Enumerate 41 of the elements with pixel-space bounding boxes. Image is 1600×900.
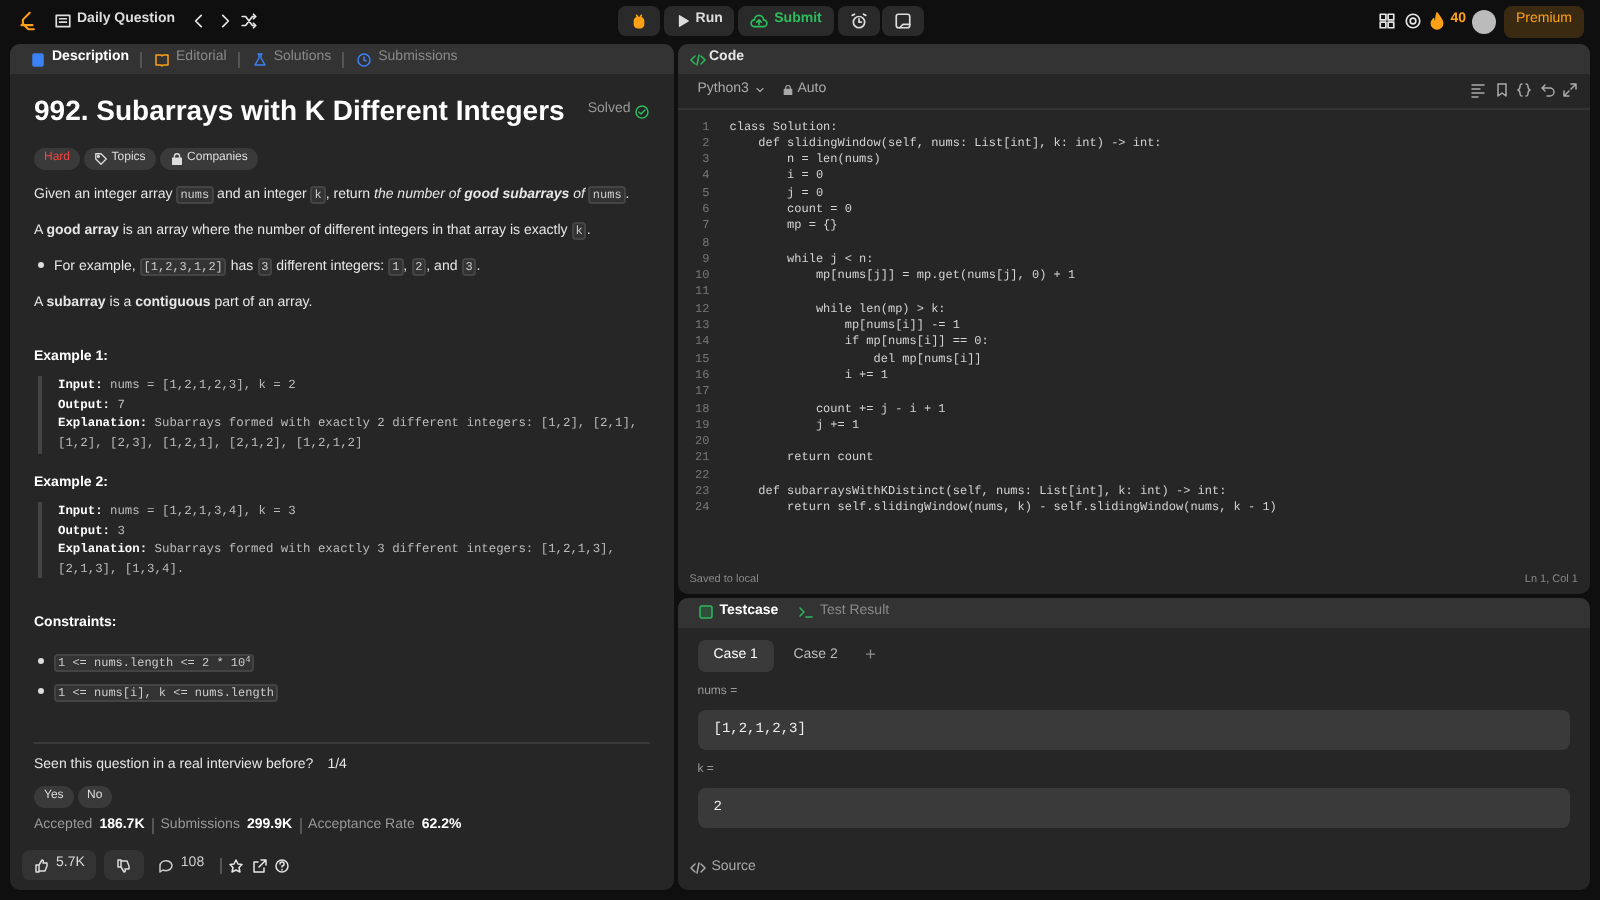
logo-icon[interactable] <box>16 10 38 32</box>
bug-icon <box>630 12 649 30</box>
flask-icon <box>251 51 268 67</box>
help-icon[interactable] <box>274 857 291 873</box>
undo-icon[interactable] <box>1539 82 1555 99</box>
upload-cloud-icon <box>750 12 769 30</box>
speech-bubble-icon <box>158 857 175 873</box>
debug-button[interactable] <box>618 6 661 36</box>
shuffle-icon[interactable] <box>240 12 259 30</box>
format-icon[interactable] <box>1470 82 1486 99</box>
star-icon[interactable] <box>228 857 245 873</box>
grid-icon[interactable] <box>1378 12 1397 30</box>
clock-icon <box>356 51 373 67</box>
bookmark-icon[interactable] <box>1493 82 1509 99</box>
code-brackets-icon <box>689 51 706 67</box>
alarm-clock-icon <box>849 12 868 30</box>
checkbox-icon <box>697 604 714 621</box>
thumbs-down-icon <box>115 857 132 873</box>
play-icon <box>675 14 690 28</box>
note-button[interactable] <box>882 6 925 36</box>
add-case-button[interactable]: + <box>857 642 884 670</box>
alarm-button[interactable] <box>837 6 880 36</box>
avatar-circle[interactable] <box>1472 9 1497 33</box>
caret-icon <box>754 84 767 97</box>
check-circle-icon <box>634 103 650 119</box>
terminal-icon <box>797 604 814 621</box>
lock-icon <box>781 84 794 97</box>
expand-icon[interactable] <box>1562 82 1578 99</box>
book-icon <box>154 51 171 67</box>
share-icon[interactable] <box>251 857 268 873</box>
code-icon <box>689 859 706 876</box>
document-icon <box>30 51 46 67</box>
tag-icon <box>93 152 108 166</box>
flame-icon <box>1428 12 1447 30</box>
dislike-button[interactable] <box>103 850 144 880</box>
braces-icon[interactable] <box>1516 82 1532 99</box>
lock-icon <box>169 152 184 166</box>
thumbs-up-icon <box>34 857 50 873</box>
note-icon <box>894 12 913 30</box>
list-icon <box>53 12 71 30</box>
problem-title: 992. Subarrays with K Different Integers <box>34 92 565 130</box>
